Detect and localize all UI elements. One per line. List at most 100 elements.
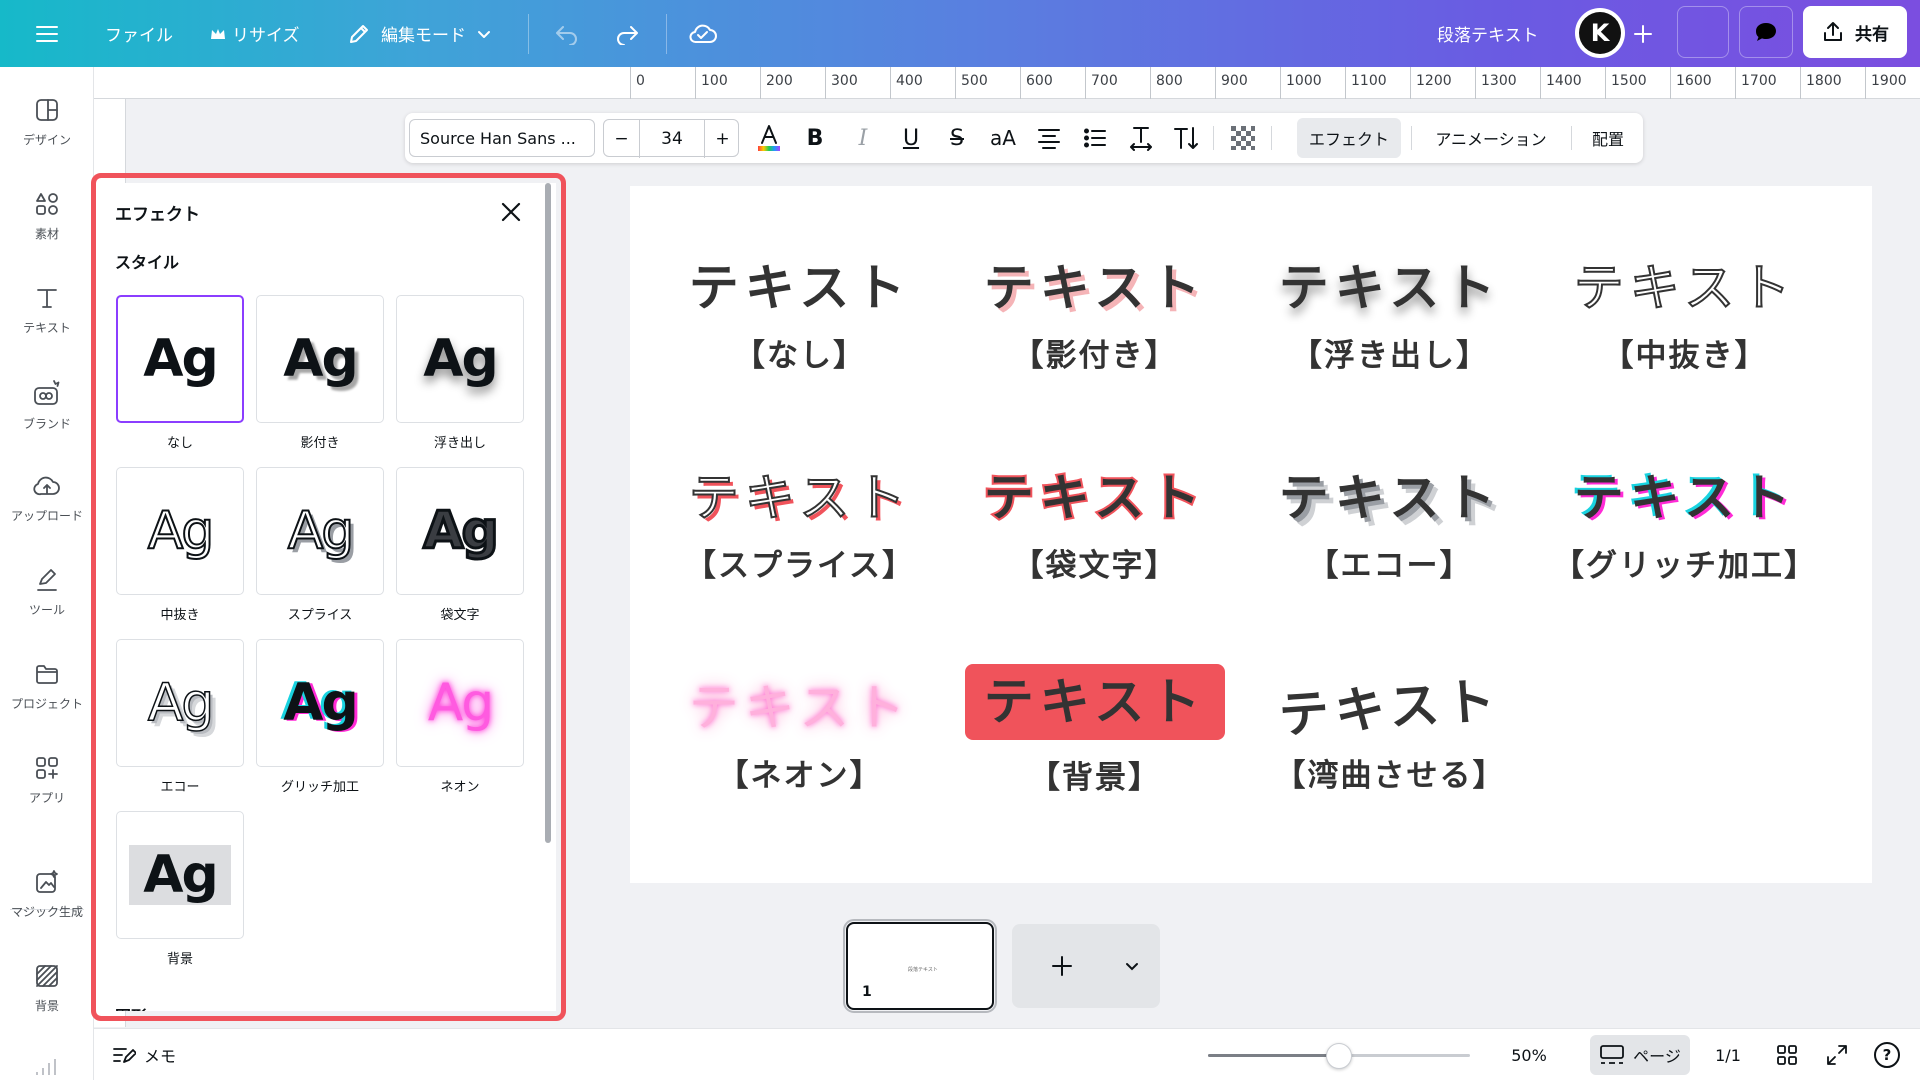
align-center-icon[interactable] [1029,113,1069,163]
help-icon: ? [1874,1042,1900,1068]
ruler-tick [955,67,956,99]
text-sample-lift[interactable]: テキスト 【浮き出し】 [1250,258,1530,375]
notes-button[interactable]: メモ [112,1029,176,1080]
ruler-tick [1735,67,1736,99]
rail-item-apps[interactable]: アプリ [0,755,94,806]
comments-button[interactable] [1739,6,1793,58]
text-color-button[interactable] [749,113,789,163]
font-family-select[interactable]: Source Han Sans ... [409,119,595,157]
rail-item-tools[interactable]: ツール [0,567,94,618]
file-menu[interactable]: ファイル [105,0,173,67]
letter-case-button[interactable]: aA [983,113,1023,163]
brand-icon [34,380,60,405]
ruler-label: 0 [636,73,645,89]
upload-icon [33,476,60,496]
ruler-tick [695,67,696,99]
text-sample-splice[interactable]: テキスト 【スプライス】 [660,468,940,585]
sample-main-text: テキスト [688,259,912,317]
transparency-icon[interactable] [1223,113,1263,163]
bold-icon[interactable]: B [795,113,835,163]
text-sample-echo[interactable]: テキスト 【エコー】 [1250,468,1530,585]
italic-icon[interactable]: I [843,113,883,163]
sample-main-text: テキスト [688,468,912,528]
add-page-button[interactable] [1012,924,1160,1008]
avatar[interactable]: K [1575,8,1625,58]
ruler-label: 1600 [1676,73,1712,89]
ruler-tick [1540,67,1541,99]
share-button[interactable]: 共有 [1803,6,1907,58]
resize-label: リサイズ [232,26,300,46]
chevron-down-icon[interactable] [1124,958,1140,974]
rail-item-brand[interactable]: ブランド [0,379,94,432]
text-sample-curve[interactable]: テキスト 【湾曲させる】 [1250,671,1530,795]
ruler-label: 1400 [1546,73,1582,89]
add-collaborator-icon[interactable] [1627,0,1659,67]
zoom-slider[interactable] [1208,1043,1470,1069]
page-count[interactable]: 1/1 [1708,1029,1748,1080]
vertical-text-icon[interactable] [1167,113,1207,163]
resize-button[interactable]: リサイズ [210,0,300,67]
rail-item-background[interactable]: 背景 [0,963,94,1014]
undo-icon[interactable] [551,0,583,67]
strikethrough-icon[interactable]: S [937,113,977,163]
fullscreen-icon[interactable] [1820,1029,1854,1080]
rail-label-elements: 素材 [34,227,59,241]
rail-item-magic[interactable]: マジック生成 [0,869,94,920]
rail-item-upload[interactable]: アップロード [0,473,94,524]
help-button[interactable]: ? [1870,1029,1904,1080]
pages-button[interactable]: ページ [1590,1035,1690,1075]
sample-main-text: テキスト [1573,258,1797,318]
notes-icon [113,1048,136,1063]
text-sample-glitch[interactable]: テキスト 【グリッチ加工】 [1545,468,1825,585]
underline-icon[interactable]: U [891,113,931,163]
cloud-saved-icon[interactable] [686,0,720,67]
sample-caption: 【湾曲させる】 [1274,758,1506,794]
edit-mode-dropdown[interactable]: 編集モード [347,0,492,67]
letter-spacing-icon[interactable] [1121,113,1161,163]
ruler-label: 1200 [1416,73,1452,89]
insights-button[interactable] [1677,6,1729,58]
rail-more-icon[interactable] [34,1057,60,1080]
text-sample-none[interactable]: テキスト 【なし】 [660,258,940,375]
thumbnail-preview-text: 段落テキスト [908,967,938,973]
highlight-outline [91,173,566,1021]
rail-label-apps: アプリ [28,791,65,805]
apps-icon [36,757,58,779]
ruler-label: 1500 [1611,73,1647,89]
text-sample-hollow[interactable]: テキスト 【中抜き】 [1545,258,1825,375]
grid-view-icon[interactable] [1770,1029,1804,1080]
menu-icon[interactable] [32,0,62,67]
zoom-value[interactable]: 50% [1502,1029,1556,1080]
effects-button[interactable]: エフェクト [1297,118,1401,158]
ruler-label: 400 [896,73,923,89]
redo-icon[interactable] [611,0,643,67]
design-canvas[interactable]: テキスト 【なし】 テキスト 【影付き】 テキスト 【浮き出し】 テキスト 【中… [630,186,1872,883]
ruler-label: 1800 [1806,73,1842,89]
ruler-label: 1000 [1286,73,1322,89]
text-sample-outline[interactable]: テキスト 【袋文字】 [955,467,1235,585]
ruler-tick [760,67,761,99]
text-sample-shadow[interactable]: テキスト 【影付き】 [955,258,1235,375]
sample-caption: 【影付き】 [1012,338,1178,374]
font-size-decrease[interactable]: − [604,120,640,158]
rail-item-text[interactable]: テキスト [0,285,94,336]
document-title[interactable]: 段落テキスト [1437,0,1539,67]
rail-item-elements[interactable]: 素材 [0,191,94,242]
rail-item-projects[interactable]: プロジェクト [0,661,94,712]
rail-item-design[interactable]: デザイン [0,97,94,148]
ruler-label: 200 [766,73,793,89]
top-bar: ファイル リサイズ 編集モード 段落テキスト K 共有 [0,0,1920,67]
list-icon[interactable] [1075,113,1115,163]
zoom-slider-thumb[interactable] [1326,1043,1352,1069]
position-button[interactable]: 配置 [1583,113,1633,163]
sample-main-text: テキスト [965,664,1225,740]
font-size-increase[interactable]: + [704,120,740,158]
animation-button[interactable]: アニメーション [1425,113,1557,163]
text-sample-background[interactable]: テキスト 【背景】 [955,664,1235,797]
font-size-input[interactable]: 34 [640,120,704,158]
rail-label-brand: ブランド [22,417,71,431]
ruler-tick [1605,67,1606,99]
text-sample-neon[interactable]: テキスト 【ネオン】 [660,678,940,795]
page-thumbnail[interactable]: 段落テキスト 1 [843,919,997,1013]
comment-icon [1756,23,1776,41]
